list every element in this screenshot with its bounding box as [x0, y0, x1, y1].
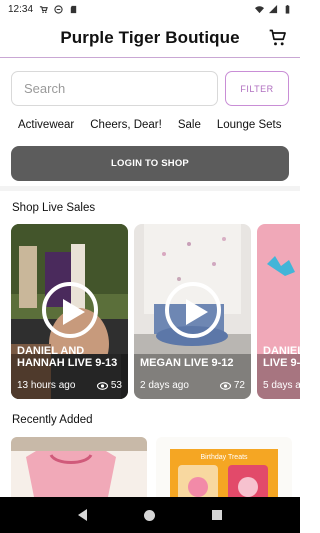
page-title: Purple Tiger Boutique [60, 27, 240, 47]
live-card-title: DANIEL AND HANNAH LIVE 9-13 [17, 345, 118, 369]
live-sales-carousel[interactable]: DANIEL AND HANNAH LIVE 9-13 13 hours ago… [11, 224, 300, 399]
app-screen: 12:34 Purple Tiger Boutique FILTER Activ… [0, 0, 300, 533]
cart-notification-icon [39, 5, 48, 13]
back-icon[interactable] [78, 509, 88, 521]
play-icon[interactable] [164, 282, 221, 338]
wifi-icon [255, 5, 264, 13]
live-card[interactable]: DANIEL AND HANNAH LIVE 9-13 13 hours ago… [11, 224, 128, 399]
search-row: FILTER [11, 71, 289, 107]
status-time: 12:34 [8, 3, 34, 15]
live-card-meta: 5 days a [263, 380, 300, 391]
login-to-shop-button[interactable]: LOGIN TO SHOP [11, 146, 289, 181]
category-sale[interactable]: Sale [178, 119, 201, 131]
category-tabs: Activewear Cheers, Dear! Sale Lounge Set… [18, 119, 297, 131]
live-card-views: 53 [96, 380, 122, 391]
live-card[interactable]: MEGAN LIVE 9-12 2 days ago 72 [134, 224, 251, 399]
app-header: Purple Tiger Boutique [0, 18, 300, 58]
live-card-age: 13 hours ago [17, 380, 76, 391]
live-sales-heading: Shop Live Sales [12, 202, 96, 214]
play-icon[interactable] [41, 282, 98, 338]
sd-card-icon [70, 5, 77, 13]
shopping-cart-icon[interactable] [268, 28, 288, 48]
search-input[interactable] [11, 71, 218, 106]
sync-icon [54, 4, 63, 14]
product-label: Birthday Treats [200, 454, 248, 461]
view-count: 72 [233, 380, 245, 391]
category-lounge-sets[interactable]: Lounge Sets [217, 119, 282, 131]
category-activewear[interactable]: Activewear [18, 119, 74, 131]
recently-added-heading: Recently Added [12, 414, 93, 426]
battery-icon [285, 4, 290, 14]
eye-icon [96, 381, 108, 390]
signal-icon [269, 4, 278, 13]
system-nav-bar [0, 497, 300, 533]
live-card-title: DANIEL AND HANNAH LIVE 9- [263, 345, 300, 369]
status-bar: 12:34 [0, 0, 300, 18]
eye-icon [219, 381, 231, 390]
live-card-age: 5 days a [263, 380, 300, 391]
live-card-thumbnail [257, 224, 300, 399]
category-cheers-dear[interactable]: Cheers, Dear! [90, 119, 162, 131]
live-card-age: 2 days ago [140, 380, 189, 391]
live-card[interactable]: DANIEL AND HANNAH LIVE 9- 5 days a [257, 224, 300, 399]
filter-button[interactable]: FILTER [225, 71, 289, 106]
view-count: 53 [110, 380, 122, 391]
home-icon[interactable] [143, 509, 155, 521]
live-card-views: 72 [219, 380, 245, 391]
recent-apps-icon[interactable] [211, 510, 222, 520]
section-divider [0, 186, 300, 191]
live-card-meta: 2 days ago 72 [140, 380, 245, 391]
live-card-title: MEGAN LIVE 9-12 [140, 357, 234, 369]
live-card-meta: 13 hours ago 53 [17, 380, 122, 391]
